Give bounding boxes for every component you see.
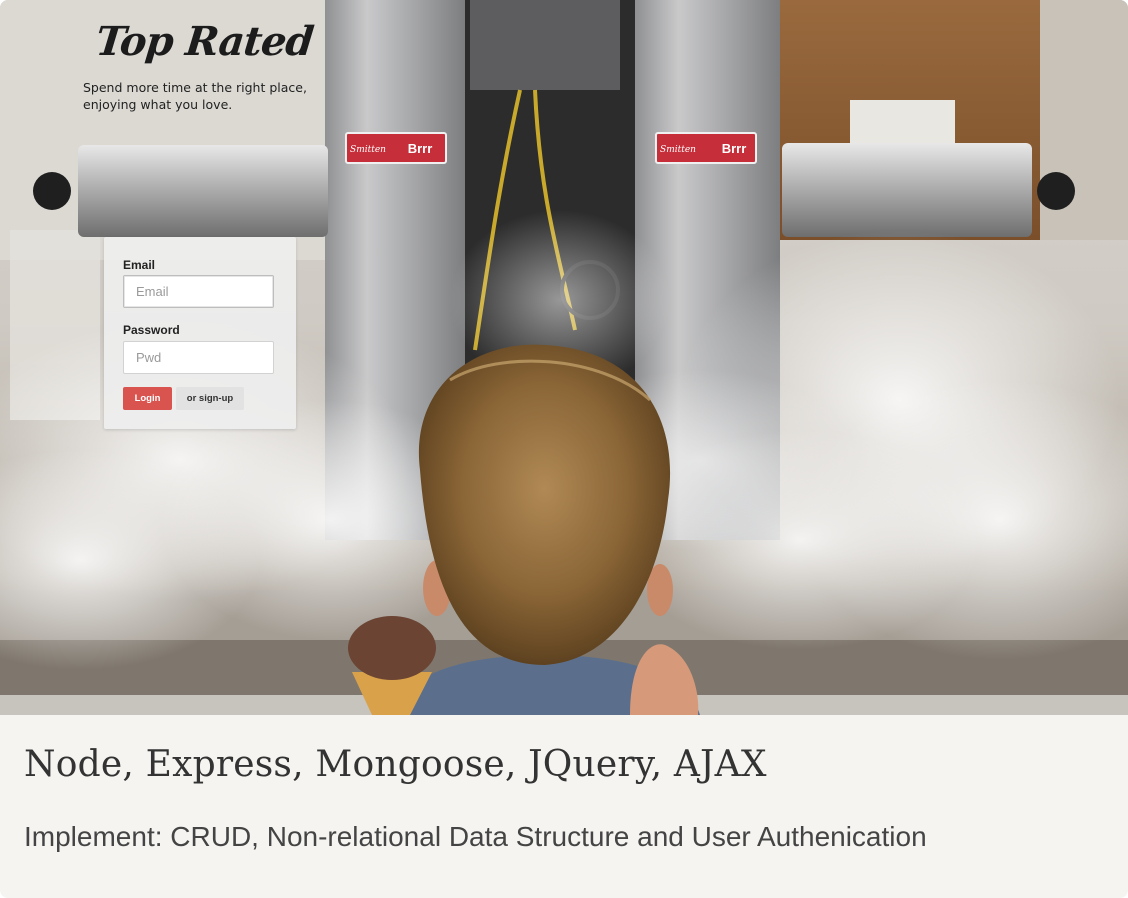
project-card: Brrr Brrr Smitten Smitten Top Rated Spen… xyxy=(0,0,1128,898)
email-label: Email xyxy=(123,258,156,272)
machine-label-left: Brrr xyxy=(408,141,433,156)
login-panel: Email Password Login or sign-up xyxy=(104,237,296,429)
tagline: Spend more time at the right place, enjo… xyxy=(83,80,307,112)
caption-subtitle: Implement: CRUD, Non-relational Data Str… xyxy=(24,821,927,852)
email-input[interactable] xyxy=(123,275,274,308)
brand-logo: Top Rated xyxy=(93,18,316,65)
signup-button[interactable]: or sign-up xyxy=(176,387,244,410)
hero-photo: Brrr Brrr Smitten Smitten Top Rated Spen… xyxy=(0,0,1128,715)
svg-text:Smitten: Smitten xyxy=(660,145,696,155)
password-input[interactable] xyxy=(123,341,274,374)
login-button[interactable]: Login xyxy=(123,387,172,410)
machine-label-right: Brrr xyxy=(722,141,747,156)
password-label: Password xyxy=(123,323,180,337)
svg-text:Smitten: Smitten xyxy=(350,145,386,155)
caption-title: Node, Express, Mongoose, JQuery, AJAX xyxy=(24,744,767,785)
